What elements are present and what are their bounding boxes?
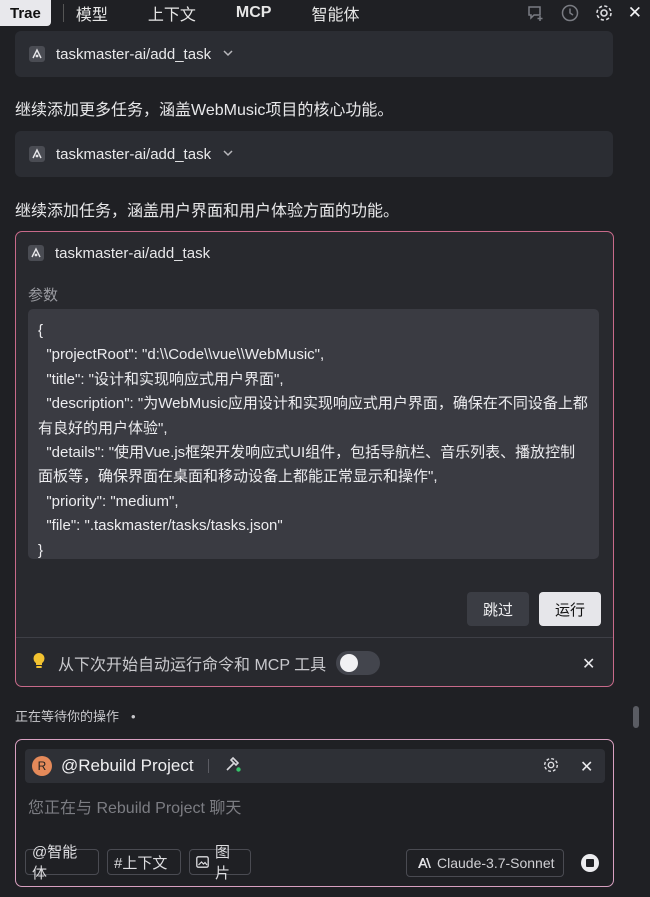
top-actions: ✕: [526, 0, 642, 26]
close-icon[interactable]: ✕: [628, 3, 642, 23]
chat-input-box: R @Rebuild Project ✕ 您正在与 Rebuild Projec…: [15, 739, 614, 887]
skip-button[interactable]: 跳过: [467, 592, 529, 626]
gear-icon[interactable]: [542, 756, 560, 779]
tool-call-header: taskmaster-ai/add_task: [16, 232, 613, 274]
status-dot: •: [131, 709, 136, 724]
lightbulb-icon: [32, 652, 46, 675]
image-icon: [196, 856, 209, 868]
tool-name: taskmaster-ai/add_task: [55, 244, 211, 262]
new-chat-icon[interactable]: [526, 3, 546, 23]
waiting-status: 正在等待你的操作 •: [15, 706, 136, 725]
chevron-down-icon[interactable]: [223, 148, 233, 160]
run-button[interactable]: 运行: [539, 592, 601, 626]
image-chip-label: 图片: [215, 844, 231, 882]
assistant-message: 继续添加任务，涵盖用户界面和用户体验方面的功能。: [15, 203, 400, 220]
scrollbar-thumb[interactable]: [633, 706, 639, 728]
avatar: R: [32, 756, 52, 776]
build-tool-icon[interactable]: [223, 754, 243, 779]
mcp-tool-icon: [28, 245, 44, 261]
tab-mcp[interactable]: MCP: [236, 4, 272, 22]
tool-name: taskmaster-ai/add_task: [56, 45, 212, 63]
close-icon[interactable]: ✕: [582, 654, 595, 674]
pending-tool-call: taskmaster-ai/add_task 参数 { "projectRoot…: [15, 231, 614, 687]
top-separator: [62, 4, 64, 22]
waiting-text: 正在等待你的操作: [15, 709, 120, 724]
image-chip[interactable]: 图片: [189, 844, 251, 882]
divider: [16, 637, 613, 638]
agent-name[interactable]: @Rebuild Project: [61, 756, 194, 776]
tool-call-card[interactable]: taskmaster-ai/add_task: [15, 131, 613, 177]
history-icon[interactable]: [560, 3, 580, 23]
autorun-toggle[interactable]: [336, 651, 381, 675]
brand-tab[interactable]: Trae: [0, 0, 51, 26]
autorun-row: 从下次开始自动运行命令和 MCP 工具: [32, 650, 381, 676]
agent-chip[interactable]: @智能体: [25, 844, 99, 882]
tool-name: taskmaster-ai/add_task: [56, 145, 212, 163]
params-label: 参数: [28, 287, 59, 304]
assistant-message: 继续添加更多任务，涵盖WebMusic项目的核心功能。: [15, 102, 394, 119]
anthropic-icon: [417, 857, 431, 869]
chat-input[interactable]: 您正在与 Rebuild Project 聊天: [28, 794, 241, 818]
model-name: Claude-3.7-Sonnet: [437, 855, 555, 871]
top-bar: Trae 模型 上下文 MCP 智能体 ✕: [0, 0, 650, 26]
tab-context[interactable]: 上下文: [148, 1, 196, 25]
tool-call-card[interactable]: taskmaster-ai/add_task: [15, 31, 613, 77]
mcp-tool-icon: [29, 46, 45, 62]
context-chip[interactable]: #上下文: [107, 849, 181, 875]
tab-models[interactable]: 模型: [76, 1, 108, 25]
agent-bar: R @Rebuild Project ✕: [25, 749, 605, 783]
toggle-knob: [340, 654, 359, 672]
chevron-down-icon[interactable]: [223, 48, 233, 60]
separator: [207, 759, 209, 773]
stop-icon: [586, 859, 594, 867]
model-selector[interactable]: Claude-3.7-Sonnet: [406, 849, 564, 877]
gear-icon[interactable]: [594, 3, 614, 23]
tab-agents[interactable]: 智能体: [311, 1, 359, 25]
autorun-label: 从下次开始自动运行命令和 MCP 工具: [58, 657, 327, 674]
mcp-tool-icon: [29, 146, 45, 162]
close-icon[interactable]: ✕: [580, 757, 593, 777]
stop-button[interactable]: [581, 854, 599, 872]
params-code-block: { "projectRoot": "d:\\Code\\vue\\WebMusi…: [28, 309, 599, 559]
